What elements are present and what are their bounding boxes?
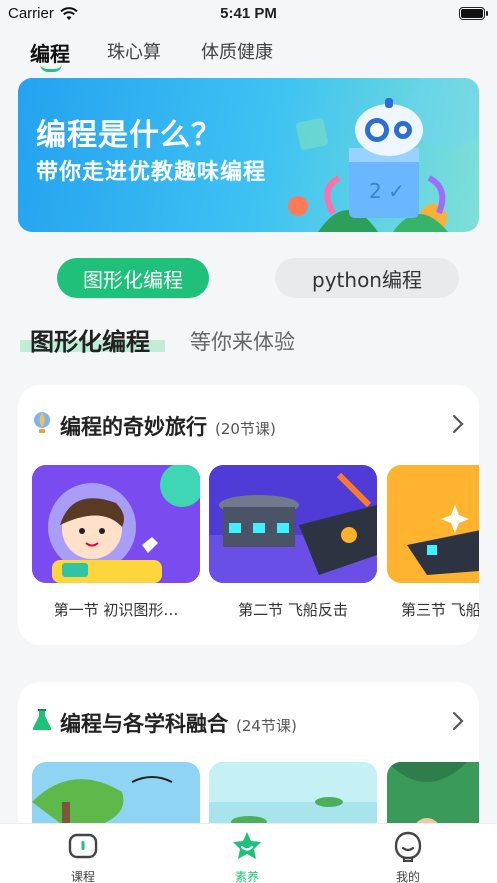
banner-title: 编程是什么？ bbox=[36, 118, 222, 153]
flask-icon bbox=[32, 709, 52, 730]
lesson-list: 第一节 初识图形… 第二节 飞船反击 第三节 飞船 bbox=[32, 465, 479, 635]
bottom-nav-bar: 课程 素养 我的 bbox=[0, 823, 497, 883]
robot-mascot-icon: 2 ✓ bbox=[324, 98, 446, 218]
lesson-thumbnail bbox=[387, 465, 479, 583]
svg-text:2 ✓: 2 ✓ bbox=[369, 179, 405, 203]
lesson-item[interactable]: 第二节 飞船反击 bbox=[209, 465, 377, 620]
star-icon bbox=[233, 832, 261, 859]
book-icon bbox=[68, 833, 98, 859]
nav-label: 我的 bbox=[395, 870, 420, 883]
course-lesson-count: (20节课) bbox=[215, 420, 276, 438]
course-card-header[interactable]: 编程的奇妙旅行 (20节课) bbox=[32, 411, 276, 441]
active-tab-indicator bbox=[40, 64, 62, 72]
chevron-right-icon[interactable] bbox=[451, 413, 465, 435]
section-title: 图形化编程 bbox=[30, 328, 150, 356]
nav-profile[interactable]: 我的 bbox=[368, 830, 448, 883]
nav-literacy[interactable]: 素养 bbox=[207, 830, 287, 883]
segment-python-coding[interactable]: python编程 bbox=[275, 258, 459, 298]
course-title: 编程的奇妙旅行 bbox=[60, 415, 207, 439]
course-title: 编程与各学科融合 bbox=[60, 712, 228, 736]
chevron-right-icon[interactable] bbox=[451, 710, 465, 732]
nav-courses[interactable]: 课程 bbox=[43, 830, 123, 883]
nav-label: 素养 bbox=[234, 870, 259, 883]
course-card-header[interactable]: 编程与各学科融合 (24节课) bbox=[32, 708, 297, 738]
tab-coding[interactable]: 编程 bbox=[30, 38, 70, 67]
lesson-thumbnail bbox=[32, 465, 200, 583]
battery-icon bbox=[459, 7, 488, 20]
status-bar: Carrier 5:41 PM bbox=[0, 0, 497, 28]
course-lesson-count: (24节课) bbox=[236, 717, 297, 735]
promo-banner[interactable]: 编程是什么？ 带你走进优教趣味编程 2 ✓ bbox=[18, 78, 479, 232]
tab-mental-math[interactable]: 珠心算 bbox=[107, 38, 161, 64]
top-tab-bar: 编程 珠心算 体质健康 bbox=[0, 28, 497, 78]
profile-icon bbox=[394, 831, 422, 863]
lesson-item[interactable]: 第三节 飞船 bbox=[387, 465, 479, 620]
section-subtitle: 等你来体验 bbox=[190, 330, 295, 354]
nav-label: 课程 bbox=[70, 870, 95, 883]
banner-subtitle: 带你走进优教趣味编程 bbox=[36, 160, 267, 185]
tab-physical-health[interactable]: 体质健康 bbox=[201, 38, 273, 64]
hot-air-balloon-icon bbox=[34, 412, 50, 433]
lesson-thumbnail bbox=[209, 465, 377, 583]
status-time: 5:41 PM bbox=[220, 5, 277, 22]
lesson-title: 第二节 飞船反击 bbox=[238, 601, 348, 619]
lesson-item[interactable]: 第一节 初识图形… bbox=[32, 465, 200, 620]
segment-graphical-coding[interactable]: 图形化编程 bbox=[57, 258, 209, 298]
lesson-title: 第三节 飞船 bbox=[401, 601, 479, 619]
lesson-title: 第一节 初识图形… bbox=[53, 601, 179, 619]
course-card-journey: 编程的奇妙旅行 (20节课) 第一节 初识图形… 第二节 飞船反击 第三节 飞船 bbox=[18, 385, 479, 645]
